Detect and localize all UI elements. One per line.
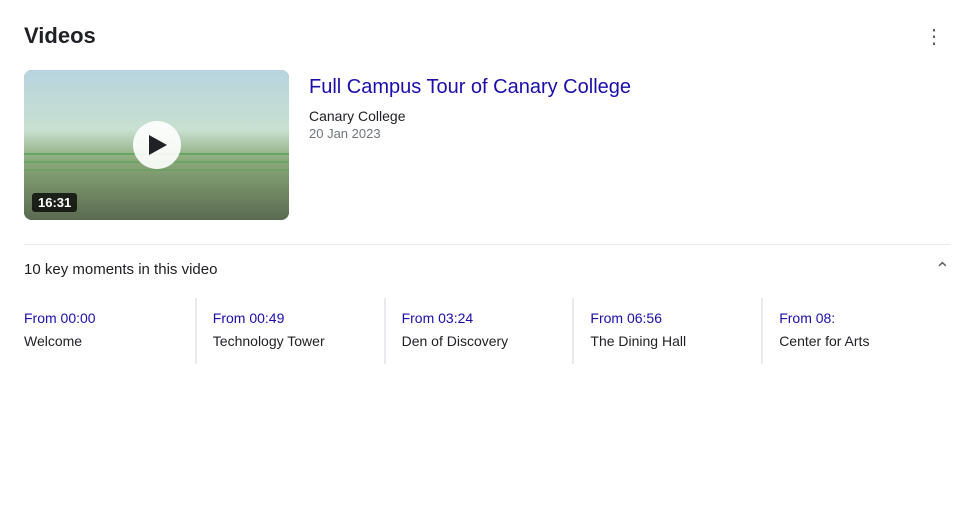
moment-timestamp-0[interactable]: From 00:00 xyxy=(24,310,179,326)
more-options-button[interactable]: ⋮ xyxy=(918,20,950,52)
chevron-up-icon: ⌃ xyxy=(935,259,950,280)
key-moments-label: 10 key moments in this video xyxy=(24,261,217,278)
videos-header: Videos ⋮ xyxy=(24,20,950,52)
moment-label-3: The Dining Hall xyxy=(590,332,745,352)
moments-row: From 00:00 Welcome From 00:49 Technology… xyxy=(24,298,950,364)
moment-timestamp-4[interactable]: From 08: xyxy=(779,310,934,326)
video-info: Full Campus Tour of Canary College Canar… xyxy=(309,70,631,141)
moment-item-0: From 00:00 Welcome xyxy=(24,298,195,364)
video-card: 16:31 Full Campus Tour of Canary College… xyxy=(24,70,950,220)
video-duration: 16:31 xyxy=(32,193,77,212)
moment-label-4: Center for Arts xyxy=(779,332,934,352)
moment-item-2: From 03:24 Den of Discovery xyxy=(384,298,573,364)
moment-label-1: Technology Tower xyxy=(213,332,368,352)
play-icon xyxy=(149,135,167,155)
play-button[interactable] xyxy=(133,121,181,169)
moment-timestamp-1[interactable]: From 00:49 xyxy=(213,310,368,326)
video-thumbnail[interactable]: 16:31 xyxy=(24,70,289,220)
page-title: Videos xyxy=(24,23,96,49)
moment-item-4: From 08: Center for Arts xyxy=(761,298,950,364)
key-moments-toggle[interactable]: 10 key moments in this video ⌃ xyxy=(24,244,950,294)
moment-item-3: From 06:56 The Dining Hall xyxy=(572,298,761,364)
video-title-link[interactable]: Full Campus Tour of Canary College xyxy=(309,74,631,100)
video-date: 20 Jan 2023 xyxy=(309,126,631,141)
moment-timestamp-2[interactable]: From 03:24 xyxy=(402,310,557,326)
moment-label-2: Den of Discovery xyxy=(402,332,557,352)
moment-label-0: Welcome xyxy=(24,332,179,352)
video-channel: Canary College xyxy=(309,108,631,124)
moment-item-1: From 00:49 Technology Tower xyxy=(195,298,384,364)
moment-timestamp-3[interactable]: From 06:56 xyxy=(590,310,745,326)
